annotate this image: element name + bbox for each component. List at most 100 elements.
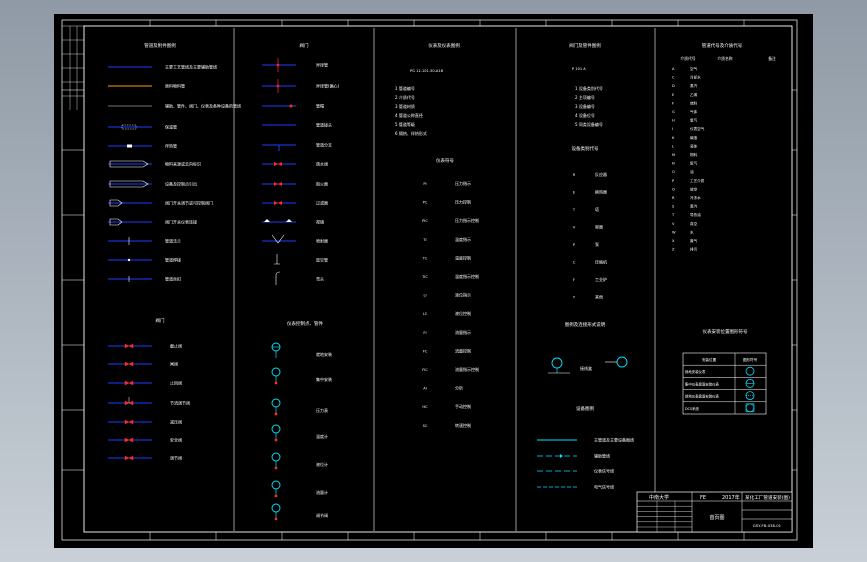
fitting-label: 放空管 [316,257,328,263]
symbol-label: 手动控制 [455,403,471,409]
fitting-label: 异径管 [316,62,328,68]
medium-code: I [672,127,673,131]
legend-label: 仪表信号线 [594,468,614,474]
equipment-label: 压缩机 [595,259,607,265]
symbol-code: FC [423,349,428,353]
instrument-label: 液位计 [316,461,328,467]
symbol-label: 温度指示 [455,236,471,242]
code-legend: 3 管道材质 [395,103,415,109]
symbol-label: 压力控制 [455,199,471,205]
medium-label: 仪表空气 [690,126,705,131]
medium-code: M [672,153,675,157]
col1-label: 阀门开关仪表连接 [165,219,197,225]
code-legend: 1 管道编号 [395,85,415,91]
col1-label: 保温管 [165,124,177,130]
equipment-label: 换热器 [595,189,607,195]
drawing-sheet: 管道及附件图例主要工艺管线及主要辅助管线原料物料管辅助、管件、阀门、仪表及各种设… [54,14,813,548]
connection-text: 接线盒 [580,365,592,371]
install-label: 集中仪表盘面安装仪表 [685,381,720,386]
table-head: 备注 [768,56,776,61]
instrument-label: 压力表 [316,407,328,413]
medium-label: 真空 [690,221,698,226]
code-legend: 2 主项编号 [575,94,595,100]
medium-label: 工艺介质 [690,178,705,183]
medium-label: 氢气 [690,118,698,123]
column-heading: 阀门及管件图例 [569,42,601,49]
medium-label: 气体 [690,109,698,114]
medium-code: F [672,101,674,105]
symbol-code: PC [423,201,428,205]
table-head: 图形符号 [743,357,758,362]
symbol-code: FIC [422,368,428,372]
equipment-code: F [573,278,575,282]
symbol-label: 压力指示 [455,180,471,186]
tracing-mark [127,144,132,148]
instrument-point [274,494,278,498]
column-subheading: 仪表符号 [436,157,454,164]
title-code: FE [700,495,706,501]
symbol-label: 液位控制 [455,310,471,316]
medium-code: W [672,230,676,234]
code-legend: 3 设备编号 [575,103,595,109]
code-legend: 5 管道等级 [395,121,415,127]
valve-label: 减压阀 [170,419,182,425]
equipment-label: 反应器 [595,171,607,177]
column-subheading: 仪表控制点、管件 [287,320,323,327]
medium-label: 放空 [690,186,698,191]
symbol-code: PI [423,182,426,186]
weld-mark [127,258,131,262]
instrument-label: 集中安装 [316,376,332,382]
column-subheading: 阀门 [156,317,165,324]
medium-code: G [672,110,675,114]
medium-code: L [672,144,674,148]
symbol-code: TIC [421,275,428,279]
symbol-label: 温度控制 [455,254,471,260]
column-subheading: 仪表安装位置图形符号 [703,328,748,335]
col1-label: 物料来源或去向标识 [165,161,201,167]
medium-label: 油 [690,169,694,174]
instrument-point [274,466,278,470]
cad-viewer: 管道及附件图例 主要工艺管线及主要辅助管线 原料物料管 辅助、管件、阀门、仪表及各种设… [0,0,867,562]
code-legend: 2 介质代号 [395,94,415,100]
symbol-label: 分析 [455,385,463,391]
medium-code: H [672,119,675,123]
instrument-point [274,517,278,521]
equipment-label: 塔 [595,206,599,212]
symbol-label: 流量指示控制 [455,366,479,372]
title-year: 2017年 [722,494,740,501]
medium-label: 蒸汽 [690,83,698,88]
symbol-label: 流量指示 [455,329,471,335]
equipment-label: 泵 [595,242,599,247]
medium-label: 废气 [690,238,698,243]
legend-label: 辅助管线 [594,453,610,459]
column-heading: 管道及附件图例 [144,42,176,49]
medium-label: 水 [690,229,694,234]
valve-label: 止回阀 [170,380,182,386]
col1-label: 管道丝扣 [165,276,181,282]
symbol-label: 温度指示控制 [455,273,479,279]
code-legend: 5 同类设备编号 [575,121,603,127]
symbol-code: TC [422,256,428,260]
instrument-point [274,381,278,385]
medium-label: 碱液 [690,135,698,140]
column-subheading: 设备类别代号 [572,145,599,152]
symbol-code: TI [422,238,426,242]
instrument-point [274,438,278,442]
fitting-label: 管道分支 [316,142,332,148]
valve-label: 截止阀 [170,343,182,349]
medium-label: 物料 [690,152,698,157]
col1-label: 阀门开关调节或可控制阀门 [165,200,213,206]
fitting-label: 管道接头 [316,122,332,128]
equipment-label: 工业炉 [595,276,607,282]
symbol-code: PIC [422,219,428,223]
medium-label: 乙烯 [690,92,698,97]
symbol-label: 流量控制 [455,347,471,353]
table-head: 安装位置 [702,357,717,362]
symbol-code: AI [423,387,427,391]
fitting-label: 喷射器 [316,238,328,244]
fitting-label: 阻火器 [316,181,328,187]
medium-code: N [672,162,675,166]
col1-label: 管道法兰 [165,238,181,244]
code-legend: 4 管道公称直径 [395,112,423,118]
col1-label: 管道焊接 [165,257,181,263]
